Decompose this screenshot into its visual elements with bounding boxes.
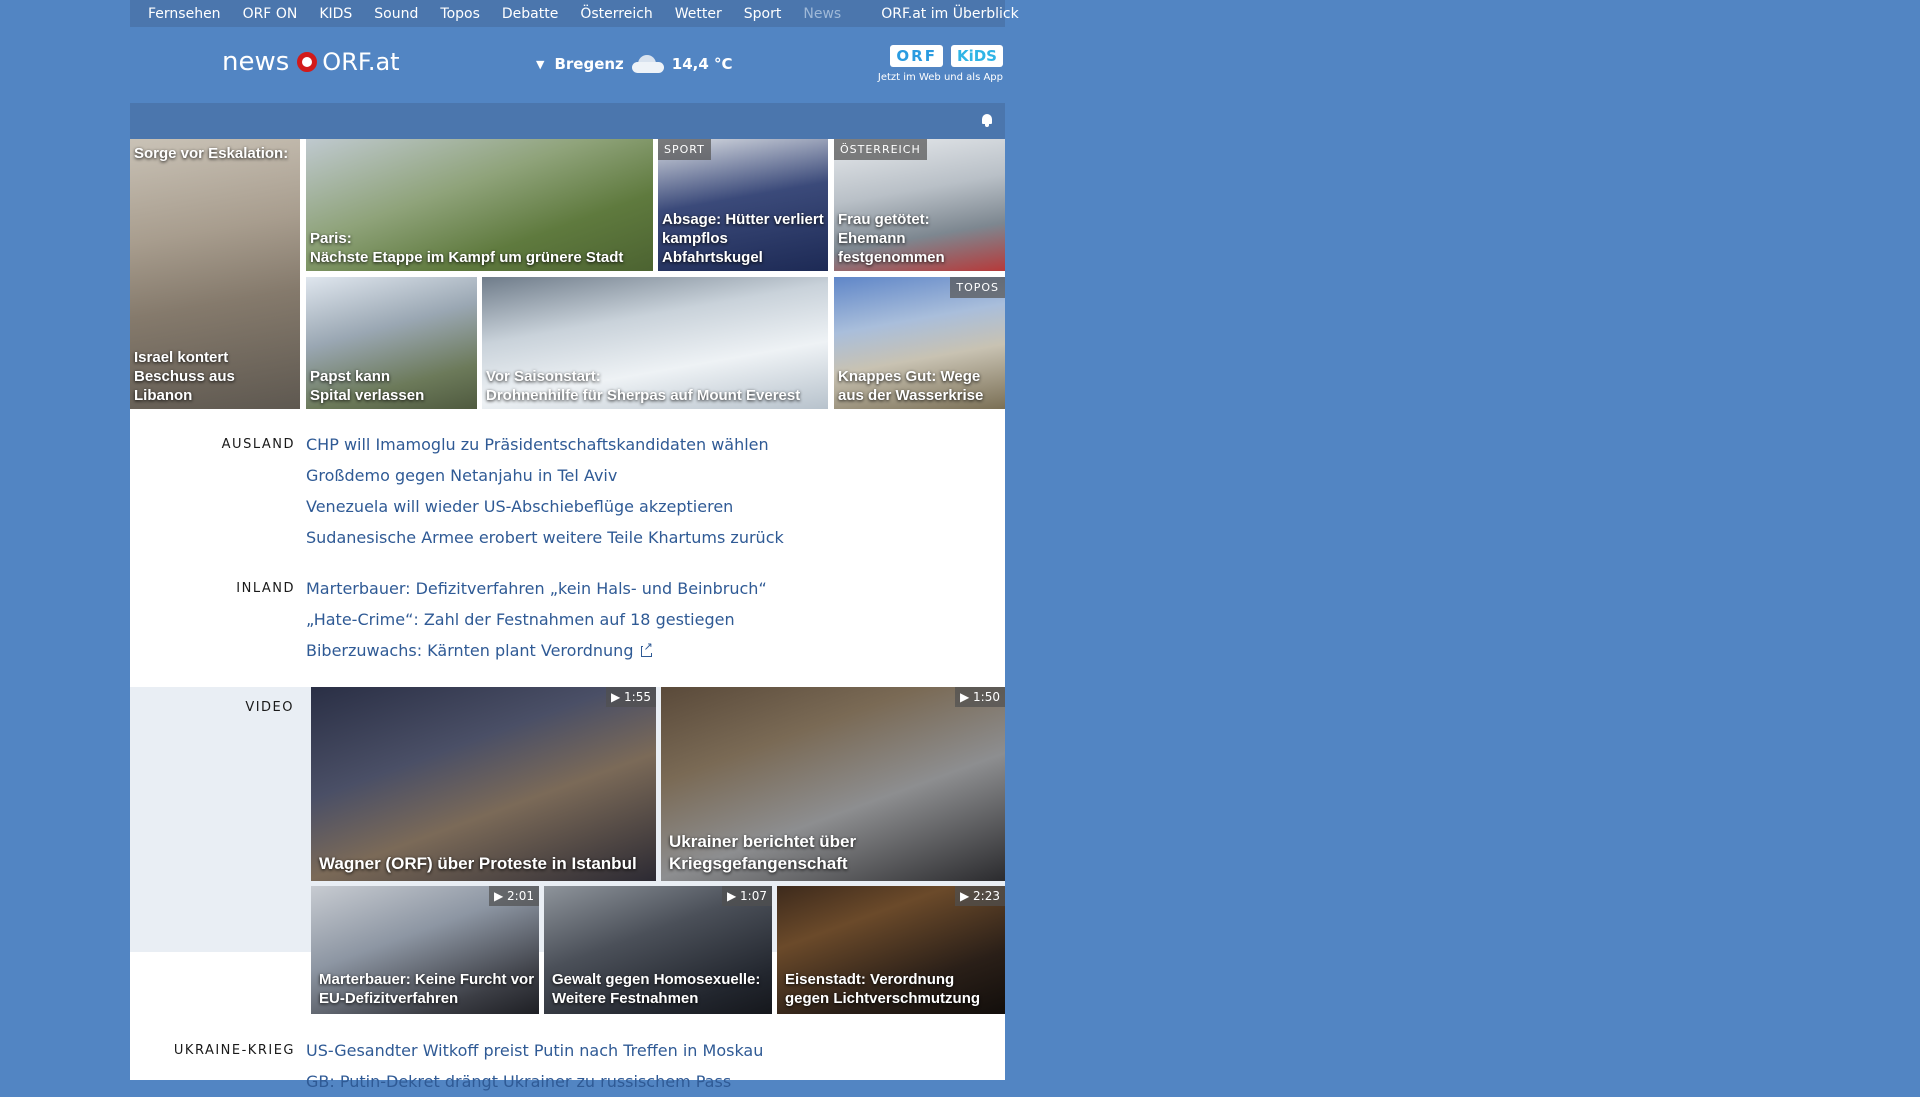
category-label: SPORT: [658, 139, 711, 160]
video-caption: Marterbauer: Keine Furcht vor EU-Defizit…: [319, 971, 535, 1007]
logo-orf-text: ORF.at: [322, 48, 400, 76]
page-shell: Fernsehen ORF ON KIDS Sound Topos Debatt…: [130, 0, 1019, 1091]
news-link[interactable]: „Hate-Crime“: Zahl der Festnahmen auf 18…: [306, 604, 767, 635]
nav-fernsehen[interactable]: Fernsehen: [130, 6, 232, 22]
nav-news-current[interactable]: News: [792, 6, 852, 22]
video-tile-istanbul[interactable]: ▶ 1:55 Wagner (ORF) über Proteste in Ist…: [311, 687, 656, 881]
nav-overview[interactable]: ORF.at im Überblick: [870, 6, 1029, 22]
nav-sound[interactable]: Sound: [363, 6, 429, 22]
news-link[interactable]: Sudanesische Armee erobert weitere Teile…: [306, 522, 784, 553]
story-tile-everest[interactable]: Vor Saisonstart: Drohnenhilfe für Sherpa…: [482, 277, 828, 409]
news-link[interactable]: Marterbauer: Defizitverfahren „kein Hals…: [306, 573, 767, 604]
inland-links: Marterbauer: Defizitverfahren „kein Hals…: [306, 573, 767, 666]
story-caption: Vor Saisonstart: Drohnenhilfe für Sherpa…: [486, 368, 801, 404]
top-navigation: Fernsehen ORF ON KIDS Sound Topos Debatt…: [130, 0, 1019, 27]
video-tile-ukrainer[interactable]: ▶ 1:50 Ukrainer berichtet über Kriegsgef…: [661, 687, 1005, 881]
video-duration: ▶ 2:23: [955, 886, 1005, 906]
video-duration: ▶ 2:01: [489, 886, 539, 906]
story-tile-oesterreich[interactable]: ÖSTERREICH Frau getötet: Ehemann festgen…: [834, 139, 1005, 271]
kids-badge: KiDS: [950, 45, 1003, 67]
story-caption: Papst kann Spital verlassen: [310, 368, 425, 404]
ausland-links: CHP will Imamoglu zu Präsidentschaftskan…: [306, 429, 784, 553]
nav-oesterreich[interactable]: Österreich: [569, 6, 663, 22]
orf-kids-promo[interactable]: ORF KiDS Jetzt im Web und als App: [878, 45, 1003, 83]
video-caption: Wagner (ORF) über Proteste in Istanbul: [319, 854, 637, 873]
story-caption: Absage: Hütter verliert kampflos Abfahrt…: [662, 211, 824, 266]
cloud-icon: [631, 55, 664, 73]
nav-sport[interactable]: Sport: [733, 6, 793, 22]
story-caption: Knappes Gut: Wege aus der Wasserkrise: [838, 368, 984, 404]
category-label: TOPOS: [950, 277, 1005, 298]
video-duration: ▶ 1:55: [606, 687, 656, 707]
caret-down-icon[interactable]: ▼: [536, 58, 544, 71]
external-link-icon: [641, 641, 653, 657]
video-duration: ▶ 1:50: [955, 687, 1005, 707]
kids-tagline: Jetzt im Web und als App: [877, 72, 1003, 83]
nav-orf-on[interactable]: ORF ON: [232, 6, 309, 22]
bell-icon[interactable]: [981, 114, 993, 127]
nav-wetter[interactable]: Wetter: [664, 6, 733, 22]
video-caption: Eisenstadt: Verordnung gegen Lichtversch…: [785, 971, 981, 1007]
story-caption: Paris: Nächste Etappe im Kampf um grüner…: [310, 230, 624, 266]
video-tile-marterbauer[interactable]: ▶ 2:01 Marterbauer: Keine Furcht vor EU-…: [311, 886, 539, 1014]
news-link[interactable]: Großdemo gegen Netanjahu in Tel Aviv: [306, 460, 784, 491]
video-caption: Ukrainer berichtet über Kriegsgefangensc…: [669, 832, 857, 873]
video-duration: ▶ 1:07: [722, 886, 772, 906]
ukraine-links: US-Gesandter Witkoff preist Putin nach T…: [306, 1035, 763, 1097]
category-label: ÖSTERREICH: [834, 139, 927, 160]
section-label-ukraine: UKRAINE-KRIEG: [173, 1043, 295, 1058]
weather-city: Bregenz: [554, 55, 624, 73]
nav-debatte[interactable]: Debatte: [491, 6, 569, 22]
main-content: Sorge vor Eskalation: Israel kontert Bes…: [130, 139, 1005, 1091]
news-link[interactable]: US-Gesandter Witkoff preist Putin nach T…: [306, 1035, 763, 1066]
weather-temperature: 14,4 °C: [671, 55, 733, 73]
story-tile-sport[interactable]: SPORT Absage: Hütter verliert kampflos A…: [658, 139, 828, 271]
logo-news-text: news: [222, 47, 290, 77]
news-orf-logo[interactable]: news ORF.at: [222, 47, 400, 77]
news-link[interactable]: GB: Putin-Dekret drängt Ukrainer zu russ…: [306, 1066, 763, 1097]
video-section: VIDEO ▶ 1:55 Wagner (ORF) über Proteste …: [130, 687, 1005, 1014]
story-tile-israel[interactable]: Sorge vor Eskalation: Israel kontert Bes…: [130, 139, 300, 409]
section-label-video: VIDEO: [245, 700, 294, 715]
video-tile-homosexuelle[interactable]: ▶ 1:07 Gewalt gegen Homosexuelle: Weiter…: [544, 886, 772, 1014]
news-link-external[interactable]: Biberzuwachs: Kärnten plant Verordnung: [306, 635, 767, 666]
story-kicker: Sorge vor Eskalation:: [134, 145, 289, 162]
story-tile-papst[interactable]: Papst kann Spital verlassen: [306, 277, 477, 409]
story-caption: Frau getötet: Ehemann festgenommen: [838, 211, 945, 266]
news-link[interactable]: CHP will Imamoglu zu Präsidentschaftskan…: [306, 429, 784, 460]
notification-strip: [130, 103, 1005, 139]
story-tile-topos[interactable]: TOPOS Knappes Gut: Wege aus der Wasserkr…: [834, 277, 1005, 409]
story-tile-paris[interactable]: Paris: Nächste Etappe im Kampf um grüner…: [306, 139, 653, 271]
story-caption: Israel kontert Beschuss aus Libanon: [134, 349, 235, 404]
orf-ring-icon: [297, 52, 318, 72]
video-caption: Gewalt gegen Homosexuelle: Weitere Festn…: [552, 971, 761, 1007]
nav-kids[interactable]: KIDS: [308, 6, 363, 22]
weather-widget[interactable]: ▼ Bregenz 14,4 °C: [536, 55, 733, 73]
site-header: news ORF.at ▼ Bregenz 14,4 °C ORF KiDS J…: [130, 27, 1005, 103]
section-label-ausland: AUSLAND: [221, 437, 295, 452]
orf-badge: ORF: [890, 45, 943, 67]
video-tile-eisenstadt[interactable]: ▶ 2:23 Eisenstadt: Verordnung gegen Lich…: [777, 886, 1005, 1014]
news-link[interactable]: Venezuela will wieder US-Abschiebeflüge …: [306, 491, 784, 522]
nav-topos[interactable]: Topos: [429, 6, 490, 22]
section-label-inland: INLAND: [236, 581, 295, 596]
